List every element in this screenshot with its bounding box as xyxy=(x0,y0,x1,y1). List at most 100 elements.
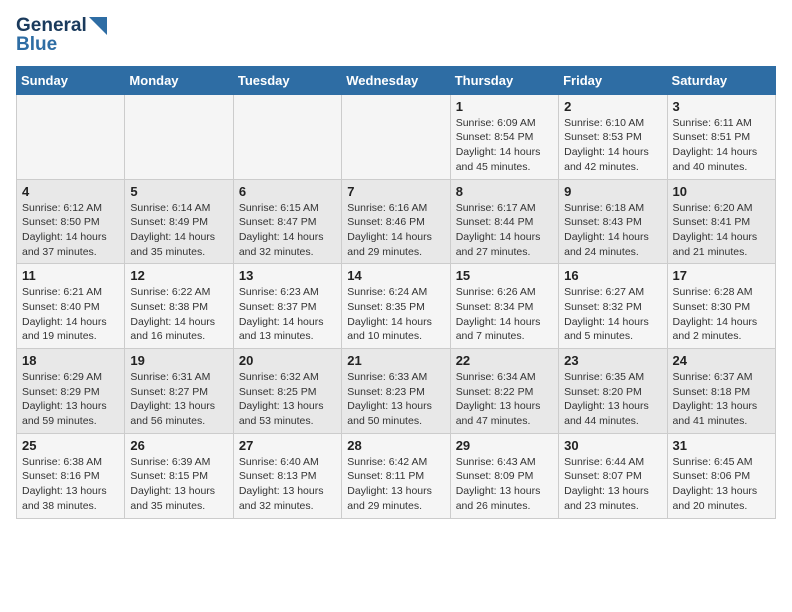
day-info: Sunrise: 6:35 AMSunset: 8:20 PMDaylight:… xyxy=(564,370,661,429)
day-number: 9 xyxy=(564,184,661,199)
day-number: 22 xyxy=(456,353,553,368)
day-info: Sunrise: 6:24 AMSunset: 8:35 PMDaylight:… xyxy=(347,285,444,344)
day-info: Sunrise: 6:42 AMSunset: 8:11 PMDaylight:… xyxy=(347,455,444,514)
day-info: Sunrise: 6:34 AMSunset: 8:22 PMDaylight:… xyxy=(456,370,553,429)
calendar-cell: 1 Sunrise: 6:09 AMSunset: 8:54 PMDaylight… xyxy=(450,94,558,179)
day-number: 1 xyxy=(456,99,553,114)
calendar-cell: 18 Sunrise: 6:29 AMSunset: 8:29 PMDayligh… xyxy=(17,349,125,434)
calendar-week-row: 1 Sunrise: 6:09 AMSunset: 8:54 PMDaylight… xyxy=(17,94,776,179)
calendar-cell: 14 Sunrise: 6:24 AMSunset: 8:35 PMDayligh… xyxy=(342,264,450,349)
day-number: 14 xyxy=(347,268,444,283)
calendar-body: 1 Sunrise: 6:09 AMSunset: 8:54 PMDaylight… xyxy=(17,94,776,518)
day-number: 13 xyxy=(239,268,336,283)
calendar-cell: 16Sunrise: 6:27 AMSunset: 8:32 PMDayligh… xyxy=(559,264,667,349)
day-info: Sunrise: 6:23 AMSunset: 8:37 PMDaylight:… xyxy=(239,285,336,344)
weekday-header-tuesday: Tuesday xyxy=(233,66,341,94)
day-number: 12 xyxy=(130,268,227,283)
calendar-cell: 12 Sunrise: 6:22 AMSunset: 8:38 PMDayligh… xyxy=(125,264,233,349)
day-info: Sunrise: 6:31 AMSunset: 8:27 PMDaylight:… xyxy=(130,370,227,429)
day-info: Sunrise: 6:17 AMSunset: 8:44 PMDaylight:… xyxy=(456,201,553,260)
day-info: Sunrise: 6:14 AMSunset: 8:49 PMDaylight:… xyxy=(130,201,227,260)
calendar-cell: 31Sunrise: 6:45 AMSunset: 8:06 PMDayligh… xyxy=(667,433,775,518)
day-number: 24 xyxy=(673,353,770,368)
calendar-week-row: 25Sunrise: 6:38 AMSunset: 8:16 PMDayligh… xyxy=(17,433,776,518)
calendar-cell: 6 Sunrise: 6:15 AMSunset: 8:47 PMDaylight… xyxy=(233,179,341,264)
calendar-cell: 23Sunrise: 6:35 AMSunset: 8:20 PMDayligh… xyxy=(559,349,667,434)
day-number: 21 xyxy=(347,353,444,368)
calendar-cell: 28 Sunrise: 6:42 AMSunset: 8:11 PMDayligh… xyxy=(342,433,450,518)
day-number: 3 xyxy=(673,99,770,114)
day-number: 26 xyxy=(130,438,227,453)
day-info: Sunrise: 6:29 AMSunset: 8:29 PMDaylight:… xyxy=(22,370,119,429)
logo: General Blue xyxy=(16,16,107,56)
day-info: Sunrise: 6:18 AMSunset: 8:43 PMDaylight:… xyxy=(564,201,661,260)
weekday-header-thursday: Thursday xyxy=(450,66,558,94)
day-number: 18 xyxy=(22,353,119,368)
weekday-header-saturday: Saturday xyxy=(667,66,775,94)
day-info: Sunrise: 6:37 AMSunset: 8:18 PMDaylight:… xyxy=(673,370,770,429)
calendar-week-row: 18 Sunrise: 6:29 AMSunset: 8:29 PMDayligh… xyxy=(17,349,776,434)
calendar-cell: 5 Sunrise: 6:14 AMSunset: 8:49 PMDaylight… xyxy=(125,179,233,264)
day-info: Sunrise: 6:16 AMSunset: 8:46 PMDaylight:… xyxy=(347,201,444,260)
weekday-header-sunday: Sunday xyxy=(17,66,125,94)
day-info: Sunrise: 6:26 AMSunset: 8:34 PMDaylight:… xyxy=(456,285,553,344)
day-number: 29 xyxy=(456,438,553,453)
day-info: Sunrise: 6:32 AMSunset: 8:25 PMDaylight:… xyxy=(239,370,336,429)
day-number: 19 xyxy=(130,353,227,368)
logo: General Blue xyxy=(16,16,107,56)
day-number: 16 xyxy=(564,268,661,283)
day-info: Sunrise: 6:38 AMSunset: 8:16 PMDaylight:… xyxy=(22,455,119,514)
day-info: Sunrise: 6:12 AMSunset: 8:50 PMDaylight:… xyxy=(22,201,119,260)
day-number: 28 xyxy=(347,438,444,453)
calendar-cell: 20 Sunrise: 6:32 AMSunset: 8:25 PMDayligh… xyxy=(233,349,341,434)
day-info: Sunrise: 6:44 AMSunset: 8:07 PMDaylight:… xyxy=(564,455,661,514)
weekday-header-friday: Friday xyxy=(559,66,667,94)
day-info: Sunrise: 6:40 AMSunset: 8:13 PMDaylight:… xyxy=(239,455,336,514)
calendar-cell: 11 Sunrise: 6:21 AMSunset: 8:40 PMDayligh… xyxy=(17,264,125,349)
calendar-cell: 7Sunrise: 6:16 AMSunset: 8:46 PMDaylight… xyxy=(342,179,450,264)
day-number: 11 xyxy=(22,268,119,283)
day-info: Sunrise: 6:21 AMSunset: 8:40 PMDaylight:… xyxy=(22,285,119,344)
day-info: Sunrise: 6:33 AMSunset: 8:23 PMDaylight:… xyxy=(347,370,444,429)
day-number: 27 xyxy=(239,438,336,453)
logo-arrow-icon xyxy=(89,17,107,35)
calendar-cell: 29Sunrise: 6:43 AMSunset: 8:09 PMDayligh… xyxy=(450,433,558,518)
day-info: Sunrise: 6:11 AMSunset: 8:51 PMDaylight:… xyxy=(673,116,770,175)
calendar-cell: 2 Sunrise: 6:10 AMSunset: 8:53 PMDaylight… xyxy=(559,94,667,179)
day-number: 2 xyxy=(564,99,661,114)
calendar-cell: 8Sunrise: 6:17 AMSunset: 8:44 PMDaylight… xyxy=(450,179,558,264)
calendar-cell: 26Sunrise: 6:39 AMSunset: 8:15 PMDayligh… xyxy=(125,433,233,518)
calendar-cell xyxy=(342,94,450,179)
calendar-cell: 15 Sunrise: 6:26 AMSunset: 8:34 PMDayligh… xyxy=(450,264,558,349)
day-number: 6 xyxy=(239,184,336,199)
weekday-header-monday: Monday xyxy=(125,66,233,94)
calendar-cell: 27 Sunrise: 6:40 AMSunset: 8:13 PMDayligh… xyxy=(233,433,341,518)
calendar-cell: 13 Sunrise: 6:23 AMSunset: 8:37 PMDayligh… xyxy=(233,264,341,349)
day-number: 5 xyxy=(130,184,227,199)
calendar-cell: 24 Sunrise: 6:37 AMSunset: 8:18 PMDayligh… xyxy=(667,349,775,434)
day-number: 20 xyxy=(239,353,336,368)
day-info: Sunrise: 6:15 AMSunset: 8:47 PMDaylight:… xyxy=(239,201,336,260)
calendar-cell: 4 Sunrise: 6:12 AMSunset: 8:50 PMDaylight… xyxy=(17,179,125,264)
weekday-header-wednesday: Wednesday xyxy=(342,66,450,94)
day-number: 17 xyxy=(673,268,770,283)
day-number: 15 xyxy=(456,268,553,283)
calendar-week-row: 11 Sunrise: 6:21 AMSunset: 8:40 PMDayligh… xyxy=(17,264,776,349)
calendar-cell: 25Sunrise: 6:38 AMSunset: 8:16 PMDayligh… xyxy=(17,433,125,518)
calendar-cell: 9 Sunrise: 6:18 AMSunset: 8:43 PMDaylight… xyxy=(559,179,667,264)
day-info: Sunrise: 6:45 AMSunset: 8:06 PMDaylight:… xyxy=(673,455,770,514)
calendar-cell xyxy=(233,94,341,179)
calendar-cell: 22 Sunrise: 6:34 AMSunset: 8:22 PMDayligh… xyxy=(450,349,558,434)
calendar-cell xyxy=(17,94,125,179)
day-info: Sunrise: 6:20 AMSunset: 8:41 PMDaylight:… xyxy=(673,201,770,260)
day-number: 4 xyxy=(22,184,119,199)
day-number: 30 xyxy=(564,438,661,453)
day-number: 10 xyxy=(673,184,770,199)
calendar-week-row: 4 Sunrise: 6:12 AMSunset: 8:50 PMDaylight… xyxy=(17,179,776,264)
calendar-table: SundayMondayTuesdayWednesdayThursdayFrid… xyxy=(16,66,776,519)
day-info: Sunrise: 6:10 AMSunset: 8:53 PMDaylight:… xyxy=(564,116,661,175)
calendar-cell: 10 Sunrise: 6:20 AMSunset: 8:41 PMDayligh… xyxy=(667,179,775,264)
day-info: Sunrise: 6:22 AMSunset: 8:38 PMDaylight:… xyxy=(130,285,227,344)
calendar-cell: 17Sunrise: 6:28 AMSunset: 8:30 PMDayligh… xyxy=(667,264,775,349)
day-info: Sunrise: 6:09 AMSunset: 8:54 PMDaylight:… xyxy=(456,116,553,175)
